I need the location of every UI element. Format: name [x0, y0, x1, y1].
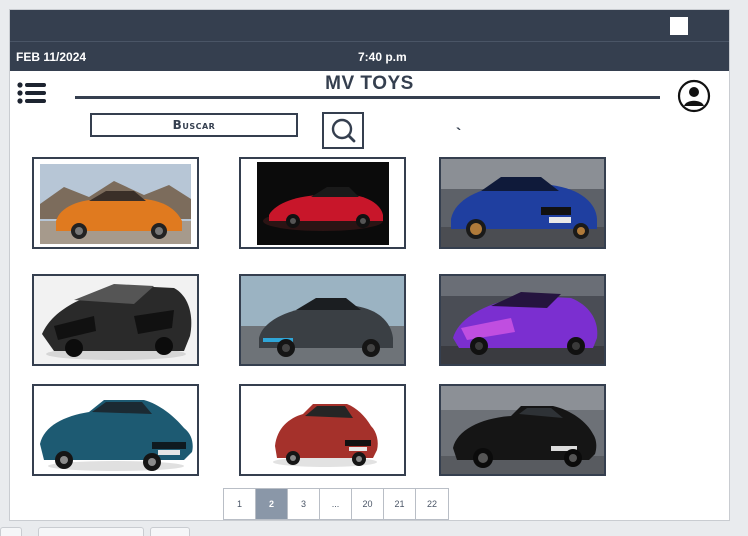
search-button[interactable] — [322, 112, 364, 149]
page-button-22[interactable]: 22 — [416, 489, 448, 519]
window-control-square[interactable] — [670, 17, 688, 35]
page-button-3[interactable]: 3 — [288, 489, 320, 519]
product-card-red-corvette[interactable] — [239, 157, 406, 249]
pagination: 1 2 3 ... 20 21 22 — [223, 488, 449, 520]
search-input[interactable]: Buscar — [90, 113, 298, 137]
product-card-black-lamborghini[interactable] — [32, 274, 199, 366]
product-card-black-bugatti[interactable] — [239, 274, 406, 366]
product-card-red-renault[interactable] — [239, 384, 406, 476]
app-window: FEB 11/2024 7:40 p.m MV TOYS Buscar ` 1 … — [9, 9, 730, 521]
status-date: FEB 11/2024 — [16, 50, 87, 64]
page-button-1[interactable]: 1 — [224, 489, 256, 519]
bottom-tab-strip — [0, 527, 748, 536]
product-card-teal-chevrolet[interactable] — [32, 384, 199, 476]
status-bar: FEB 11/2024 7:40 p.m — [10, 41, 729, 71]
page-button-2-active[interactable]: 2 — [256, 489, 288, 519]
bottom-tab[interactable] — [38, 527, 144, 536]
product-card-black-porsche[interactable] — [439, 384, 606, 476]
magnifier-icon — [331, 118, 356, 143]
bottom-tab[interactable] — [150, 527, 190, 536]
product-card-purple-lamborghini[interactable] — [439, 274, 606, 366]
page-button-21[interactable]: 21 — [384, 489, 416, 519]
title-bar — [10, 10, 729, 41]
stray-mark: ` — [456, 126, 462, 143]
bottom-tab[interactable] — [0, 527, 22, 536]
product-card-orange-mustang[interactable] — [32, 157, 199, 249]
page-title: MV TOYS — [325, 73, 414, 94]
product-card-blue-bmw[interactable] — [439, 157, 606, 249]
title-underline — [75, 96, 660, 99]
page-button-20[interactable]: 20 — [352, 489, 384, 519]
user-avatar-icon[interactable] — [677, 79, 711, 113]
page-ellipsis[interactable]: ... — [320, 489, 352, 519]
status-time: 7:40 p.m — [358, 50, 407, 64]
